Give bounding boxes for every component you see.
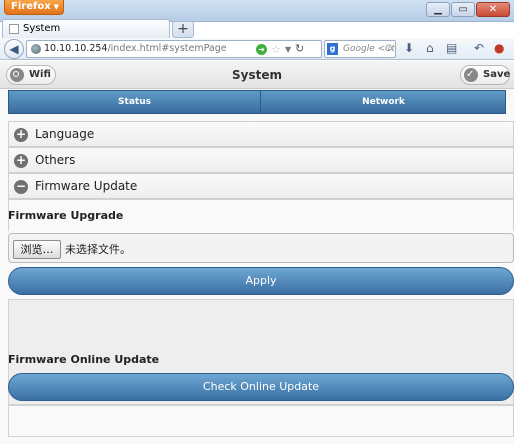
home-icon[interactable]: ⌂ [426,41,434,55]
expand-plus-icon: + [14,153,28,168]
check-icon [464,66,478,84]
browser-navbar: ◀ 10.10.10.254/index.html#systemPage ➜ ☆… [0,38,514,60]
undo-icon[interactable]: ↶ [474,41,484,55]
minimize-button[interactable]: ▁ [426,2,450,17]
section-label: Others [35,153,76,167]
page-favicon-icon [9,24,19,34]
online-update-block [8,405,514,437]
addon-icon[interactable]: ● [494,41,504,55]
tab-title: System [23,23,61,34]
back-button[interactable]: ◀ [4,39,24,59]
dropdown-arrow-icon: ▼ [53,3,60,11]
file-input[interactable]: 浏览… 未选择文件。 [8,233,514,263]
check-online-update-button[interactable]: Check Online Update [8,373,514,401]
settings-content: + Language + Others − Firmware Update Fi… [8,121,514,444]
reload-icon[interactable]: ↻ [295,41,304,57]
maximize-button[interactable]: ▭ [451,2,475,17]
web-page: Wifi System Save Status Network + Langua… [0,61,514,444]
url-history-dropdown-icon[interactable]: ▼ [285,42,291,58]
collapse-minus-icon: − [14,179,28,194]
page-nav-tabs: Status Network [8,90,506,114]
file-status-text: 未选择文件。 [65,243,131,256]
section-language[interactable]: + Language [8,121,514,147]
url-host: 10.10.10.254 [44,43,108,54]
tab-status[interactable]: Status [9,91,261,113]
section-label: Language [35,127,95,141]
browser-tab-system[interactable]: System [2,19,170,38]
firefox-menu-button[interactable]: Firefox ▼ [4,0,64,15]
bookmarks-menu-icon[interactable]: ▤ [446,41,457,55]
firmware-online-update-label: Firmware Online Update [8,353,160,366]
search-engine-icon[interactable]: g [327,43,338,55]
search-bar[interactable]: g Google <Ct ⌕ [324,40,396,58]
save-button[interactable]: Save [460,65,510,85]
download-icon[interactable]: ⬇ [404,41,414,55]
browse-button[interactable]: 浏览… [13,240,61,259]
firmware-upgrade-label: Firmware Upgrade [8,209,124,222]
tab-network[interactable]: Network [262,91,505,113]
section-others[interactable]: + Others [8,147,514,173]
search-magnifier-icon[interactable]: ⌕ [387,41,393,57]
section-label: Firmware Update [35,179,138,193]
close-window-button[interactable]: ✕ [476,2,510,17]
section-firmware-update[interactable]: − Firmware Update [8,173,514,199]
go-arrow-icon[interactable]: ➜ [256,44,267,55]
page-title: System [232,68,282,82]
url-path: /index.html#systemPage [107,43,227,54]
apply-button[interactable]: Apply [8,267,514,295]
bookmark-star-icon[interactable]: ☆ [271,42,281,58]
site-identity-icon[interactable] [31,44,41,54]
expand-plus-icon: + [14,127,28,142]
save-button-label: Save [483,69,511,80]
new-tab-button[interactable]: + [172,21,194,38]
url-bar[interactable]: 10.10.10.254/index.html#systemPage ➜ ☆ ▼… [26,40,322,58]
firefox-menu-label: Firefox [11,1,51,12]
page-header: Wifi System Save [0,61,514,89]
